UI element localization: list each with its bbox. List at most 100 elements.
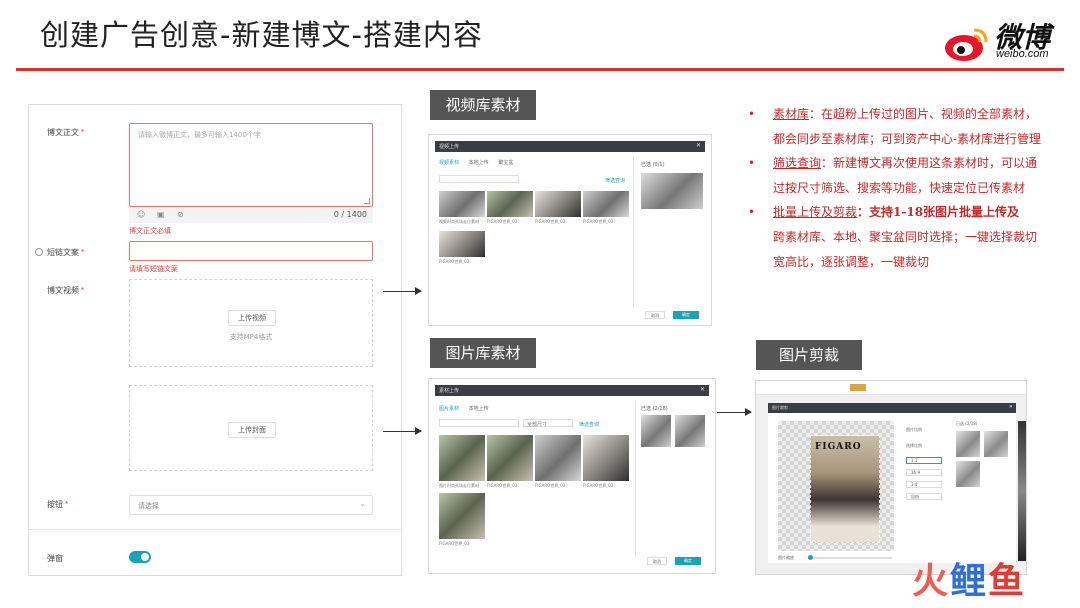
video-thumb[interactable]: [439, 191, 485, 217]
chevron-down-icon: ⌄: [359, 499, 366, 508]
thumb-caption: FIGARO世界_03: [487, 483, 518, 488]
panel-divider: [633, 157, 634, 307]
ratio-option[interactable]: 16:9: [906, 469, 942, 476]
header-divider: [16, 68, 1064, 71]
select-placeholder: 请选择: [138, 502, 159, 510]
popup-label: 弹窗: [47, 554, 63, 563]
bullet: •: [748, 205, 756, 220]
panel-divider: [635, 401, 636, 555]
image-lib-tag: 图片库素材: [430, 338, 536, 368]
tab-local-upload[interactable]: 本地上传: [469, 406, 489, 412]
crop-selected-thumb[interactable]: [956, 461, 980, 487]
crop-canvas[interactable]: FIGARO: [778, 421, 894, 551]
upload-video-hint: 支持MP4格式: [229, 333, 273, 341]
ratio-option[interactable]: 1:1: [906, 457, 942, 464]
image-thumb[interactable]: [487, 435, 533, 481]
button-label: 按钮 *: [47, 500, 69, 509]
video-thumb[interactable]: [583, 191, 629, 217]
note-keyword: 素材库: [773, 107, 810, 121]
confirm-button[interactable]: 确定: [675, 557, 701, 565]
crop-image[interactable]: FIGARO: [810, 435, 880, 543]
video-library-window: 视频上传 ✕ 视频素材 本地上传 聚宝盆 筛选查询 视频时尚秀场走位素材 FIG…: [428, 134, 712, 326]
thumb-caption: 视频时尚秀场走位素材: [439, 219, 479, 224]
app-topbar: [756, 381, 1026, 395]
weibo-logo: 微博 weibo.com: [944, 12, 1066, 62]
close-icon[interactable]: ✕: [700, 386, 705, 393]
video-filter-link[interactable]: 筛选查询: [605, 177, 625, 184]
video-thumb[interactable]: [535, 191, 581, 217]
slide-title: 创建广告创意-新建博文-搭建内容: [40, 18, 483, 52]
thumb-caption: FIGARO世界_03: [439, 541, 470, 546]
crop-selected-thumb[interactable]: [984, 431, 1008, 457]
post-text-area[interactable]: 请输入微博正文，最多可输入1400个字: [129, 123, 373, 207]
crop-modal-title: 图片裁剪: [772, 405, 788, 410]
cancel-button[interactable]: 取消: [645, 311, 665, 319]
window-title: 视频上传: [439, 144, 460, 150]
short-link-radio[interactable]: [35, 248, 43, 256]
image-thumb[interactable]: [583, 435, 629, 481]
button-select[interactable]: 请选择 ⌄: [129, 495, 373, 515]
link-icon[interactable]: ⊘: [177, 210, 184, 219]
zoom-label: 图片缩放: [778, 555, 794, 560]
text-error: 博文正文必填: [129, 227, 171, 235]
crop-selected-thumb[interactable]: [956, 431, 980, 457]
short-link-input[interactable]: [129, 241, 373, 261]
image-filter-link[interactable]: 筛选查询: [579, 421, 599, 428]
tab-jubaopen[interactable]: 聚宝盆: [498, 160, 513, 166]
selected-video-thumb[interactable]: [641, 173, 703, 209]
video-search-input[interactable]: [439, 175, 519, 183]
image-crop-tag: 图片剪裁: [756, 340, 862, 370]
ratio-option-label: 图片比例: [906, 427, 922, 432]
video-lib-tag: 视频库素材: [430, 90, 536, 120]
crop-selected-count: 已选 (2/18): [956, 421, 978, 426]
size-select-value: 全部尺寸: [527, 422, 548, 428]
selected-image-thumb[interactable]: [675, 415, 705, 447]
tab-image-material[interactable]: 图片素材: [439, 406, 459, 412]
image-search-input[interactable]: [439, 419, 519, 427]
cover-upload-area[interactable]: 上传封面: [129, 385, 373, 471]
window-title: 素材上传: [439, 388, 460, 394]
thumb-caption: FIGARO世界_03: [487, 219, 518, 224]
cancel-button[interactable]: 取消: [647, 557, 667, 565]
resize-handle[interactable]: [364, 198, 370, 204]
image-thumb[interactable]: [439, 493, 485, 539]
emoji-icon[interactable]: ☺: [137, 210, 145, 219]
selected-image-thumb[interactable]: [641, 415, 671, 447]
tab-video-material[interactable]: 视频素材: [439, 160, 459, 166]
video-thumb[interactable]: [439, 231, 485, 257]
bullet: •: [748, 156, 756, 171]
note-item: • 批量上传及剪裁：支持1-18张图片批量上传及 跨素材库、本地、聚宝盆同时选择；…: [748, 200, 1048, 274]
bullet: •: [748, 107, 756, 121]
note-text: ：在超粉上传过的图片、视频的全部素材，都会同步至素材库；可到资产中心-素材库进行…: [773, 107, 1042, 146]
feature-notes: • 素材库：在超粉上传过的图片、视频的全部素材，都会同步至素材库；可到资产中心-…: [748, 102, 1048, 274]
popup-toggle[interactable]: [129, 551, 151, 563]
close-icon[interactable]: ✕: [696, 142, 701, 149]
background-photo: [1018, 421, 1026, 561]
image-crop-window: 图片裁剪 ✕ FIGARO 图片比例 选择比例 1:1 16:9 3:4 自由 …: [755, 380, 1027, 575]
upload-video-button[interactable]: 上传视频: [228, 310, 276, 326]
arrow-to-crop: [717, 408, 752, 416]
video-thumb[interactable]: [487, 191, 533, 217]
note-lead: ：支持1-18张图片批量上传及: [857, 205, 1020, 220]
ratio-option[interactable]: 3:4: [906, 481, 942, 488]
arrow-to-video-lib: [383, 287, 422, 295]
ratio-option[interactable]: 自由: [906, 493, 942, 500]
image-thumb[interactable]: [439, 435, 485, 481]
post-form-panel: 博文正文 * 请输入微博正文，最多可输入1400个字 ☺ ▣ ⊘ 0 / 1400…: [28, 104, 402, 576]
close-icon[interactable]: ✕: [1009, 404, 1013, 410]
upload-cover-button[interactable]: 上传封面: [228, 422, 276, 438]
video-upload-area[interactable]: 上传视频 支持MP4格式: [129, 279, 373, 367]
confirm-button[interactable]: 确定: [673, 311, 699, 319]
weibo-eye-icon: [945, 28, 988, 61]
thumb-caption: FIGARO世界_03: [535, 483, 566, 488]
short-link-error: 请填写短链文案: [129, 265, 178, 273]
zoom-slider[interactable]: [808, 555, 892, 560]
note-item: • 素材库：在超粉上传过的图片、视频的全部素材，都会同步至素材库；可到资产中心-…: [748, 102, 1048, 151]
crop-modal: FIGARO 图片比例 选择比例 1:1 16:9 3:4 自由 已选 (2/1…: [768, 413, 1016, 563]
text-toolbar: ☺ ▣ ⊘ 0 / 1400: [129, 207, 373, 223]
tab-local-upload[interactable]: 本地上传: [469, 160, 489, 166]
short-link-label: 短链文案 *: [47, 248, 85, 257]
image-icon[interactable]: ▣: [157, 210, 165, 219]
thumb-caption: FIGARO世界_03: [583, 483, 614, 488]
image-thumb[interactable]: [535, 435, 581, 481]
